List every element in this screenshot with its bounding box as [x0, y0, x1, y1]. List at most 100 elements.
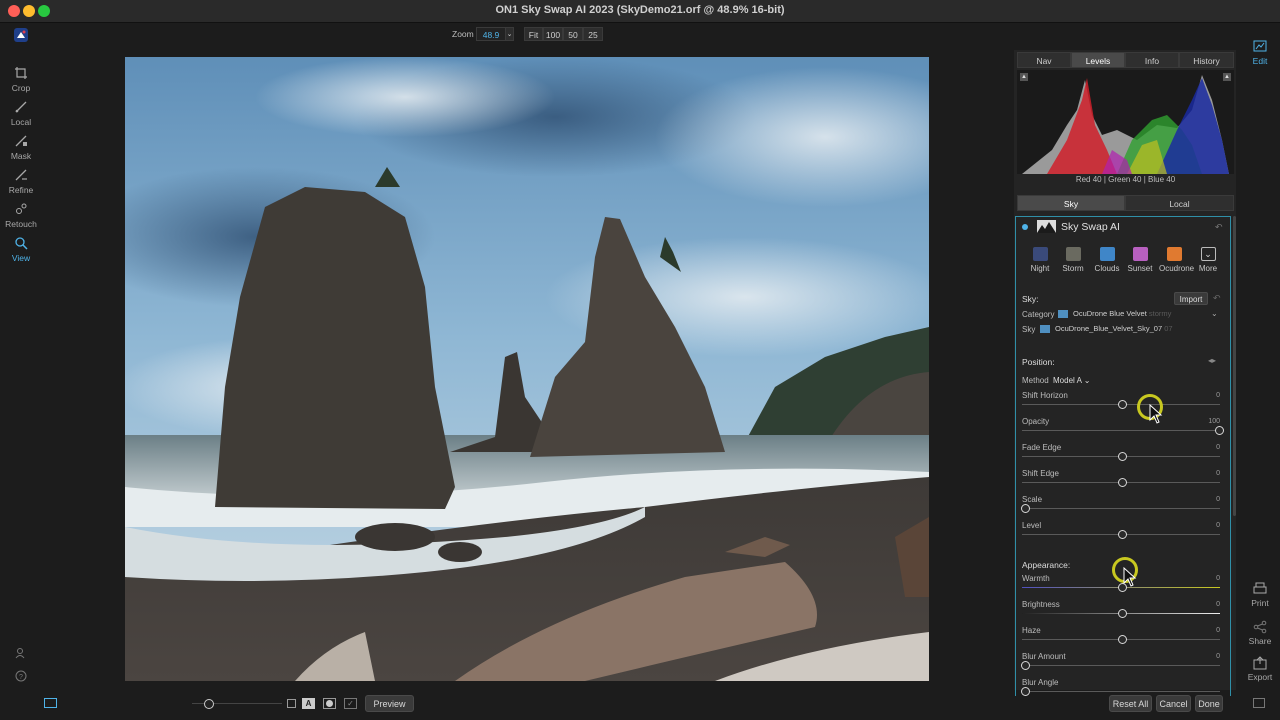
- appearance-slider-label: Warmth: [1022, 574, 1050, 583]
- sky-ghost-text: 07: [1164, 324, 1173, 333]
- checkmark-view-icon[interactable]: ✓: [344, 698, 357, 709]
- appearance-slider-value: 0: [1216, 575, 1220, 582]
- category-thumb-icon: [1058, 310, 1068, 318]
- preset-storm-label: Storm: [1062, 264, 1084, 273]
- landscape-photo: [125, 57, 929, 681]
- cancel-button[interactable]: Cancel: [1156, 695, 1191, 712]
- appearance-slider-knob[interactable]: [1118, 635, 1127, 644]
- preset-sunset-label: Sunset: [1127, 264, 1153, 273]
- preset-storm[interactable]: Storm: [1058, 247, 1088, 273]
- zoom-dropdown-chevron-icon[interactable]: ⌄: [505, 27, 514, 41]
- position-slider-knob[interactable]: [1118, 400, 1127, 409]
- appearance-slider-value: 0: [1216, 627, 1220, 634]
- sunset-sky-icon: [1132, 247, 1148, 261]
- preset-more-label: More: [1198, 264, 1218, 273]
- position-slider-value: 0: [1216, 496, 1220, 503]
- appearance-slider-knob[interactable]: [1021, 661, 1030, 670]
- title-bar: ON1 Sky Swap AI 2023 (SkyDemo21.orf @ 48…: [0, 0, 1280, 23]
- position-slider-label: Shift Horizon: [1022, 391, 1068, 400]
- panel-toggle-icon[interactable]: [44, 698, 57, 708]
- import-button[interactable]: Import: [1174, 292, 1208, 305]
- print-icon: [1253, 582, 1267, 594]
- sky-select[interactable]: OcuDrone_Blue_Velvet_Sky_07 07: [1055, 324, 1205, 335]
- position-flip-icon[interactable]: ◂▸: [1208, 356, 1216, 365]
- tool-mask[interactable]: Mask: [0, 134, 42, 161]
- tool-mask-label: Mask: [10, 151, 32, 161]
- position-slider-track[interactable]: [1022, 430, 1220, 431]
- position-slider-value: 0: [1216, 470, 1220, 477]
- section-reset-icon[interactable]: ↶: [1215, 222, 1223, 233]
- tab-local[interactable]: Local: [1125, 195, 1234, 211]
- preview-button[interactable]: Preview: [365, 695, 414, 712]
- preset-night[interactable]: Night: [1025, 247, 1055, 273]
- module-export[interactable]: Export: [1240, 656, 1280, 682]
- shadow-clipping-icon[interactable]: ▲: [1020, 73, 1028, 81]
- tool-local[interactable]: Local: [0, 100, 42, 127]
- appearance-slider-knob[interactable]: [1021, 687, 1030, 696]
- tool-view[interactable]: View: [0, 236, 42, 263]
- help-icon[interactable]: ?: [15, 670, 27, 682]
- appearance-slider-track[interactable]: [1022, 691, 1220, 692]
- zoom-50-button[interactable]: 50: [563, 27, 583, 41]
- position-heading: Position:: [1022, 357, 1055, 367]
- zoom-25-button[interactable]: 25: [583, 27, 603, 41]
- preset-sunset[interactable]: Sunset: [1125, 247, 1155, 273]
- category-chevron-icon[interactable]: ⌄: [1211, 309, 1218, 318]
- tool-local-label: Local: [10, 117, 32, 127]
- sky-swap-logo-icon: [1037, 220, 1056, 233]
- method-select[interactable]: Model A ⌄: [1053, 376, 1090, 385]
- module-share-label: Share: [1248, 636, 1272, 646]
- tool-retouch[interactable]: Retouch: [0, 202, 42, 229]
- module-edit[interactable]: Edit: [1240, 40, 1280, 66]
- appearance-slider-label: Haze: [1022, 626, 1041, 635]
- module-print[interactable]: Print: [1240, 582, 1280, 608]
- photo-canvas[interactable]: [125, 57, 929, 681]
- preset-clouds[interactable]: Clouds: [1092, 247, 1122, 273]
- module-share[interactable]: Share: [1240, 620, 1280, 646]
- appearance-slider-knob[interactable]: [1118, 609, 1127, 618]
- window-title: ON1 Sky Swap AI 2023 (SkyDemo21.orf @ 48…: [495, 4, 785, 16]
- position-slider-knob[interactable]: [1118, 530, 1127, 539]
- position-slider-knob[interactable]: [1118, 452, 1127, 461]
- done-button[interactable]: Done: [1195, 695, 1223, 712]
- highlight-clipping-icon[interactable]: ▲: [1223, 73, 1231, 81]
- method-value: Model A: [1053, 376, 1082, 385]
- tool-crop[interactable]: Crop: [0, 66, 42, 93]
- appearance-slider-track[interactable]: [1022, 665, 1220, 666]
- panel-scrollbar[interactable]: [1233, 216, 1236, 516]
- tab-info[interactable]: Info: [1125, 52, 1179, 68]
- module-edit-label: Edit: [1252, 56, 1268, 66]
- auto-view-icon[interactable]: A: [302, 698, 315, 709]
- tab-nav[interactable]: Nav: [1017, 52, 1071, 68]
- zoom-100-button[interactable]: 100: [543, 27, 563, 41]
- thumbnail-size-knob[interactable]: [204, 699, 214, 709]
- tab-sky[interactable]: Sky: [1017, 195, 1125, 211]
- mask-view-icon[interactable]: [323, 698, 336, 709]
- position-slider-knob[interactable]: [1021, 504, 1030, 513]
- clouds-sky-icon: [1099, 247, 1115, 261]
- position-slider-label: Fade Edge: [1022, 443, 1062, 452]
- position-slider-knob[interactable]: [1118, 478, 1127, 487]
- tab-levels[interactable]: Levels: [1071, 52, 1125, 68]
- storm-sky-icon: [1065, 247, 1081, 261]
- user-account-icon[interactable]: [15, 647, 27, 659]
- category-ghost-text: stormy: [1148, 309, 1172, 318]
- category-select[interactable]: OcuDrone Blue Velvet stormy: [1073, 309, 1213, 320]
- zoom-value-input[interactable]: 48.9: [476, 27, 506, 41]
- compare-icon[interactable]: [287, 699, 296, 708]
- app-logo-icon: [14, 28, 28, 42]
- sky-reset-icon[interactable]: ↶: [1213, 293, 1221, 304]
- tool-refine[interactable]: Refine: [0, 168, 42, 195]
- right-panel-toggle-icon[interactable]: [1253, 698, 1265, 708]
- tab-history[interactable]: History: [1179, 52, 1234, 68]
- preset-ocudrone[interactable]: Ocudrone: [1159, 247, 1194, 273]
- preset-ocudrone-label: Ocudrone: [1159, 264, 1195, 273]
- preset-more[interactable]: ⌄ More: [1193, 247, 1223, 273]
- brush-icon: [15, 101, 27, 113]
- position-slider-knob[interactable]: [1215, 426, 1224, 435]
- zoom-fit-button[interactable]: Fit: [524, 27, 543, 41]
- reset-all-button[interactable]: Reset All: [1109, 695, 1152, 712]
- edit-icon: [1253, 40, 1267, 52]
- position-slider-track[interactable]: [1022, 508, 1220, 509]
- section-enable-toggle[interactable]: [1022, 224, 1028, 230]
